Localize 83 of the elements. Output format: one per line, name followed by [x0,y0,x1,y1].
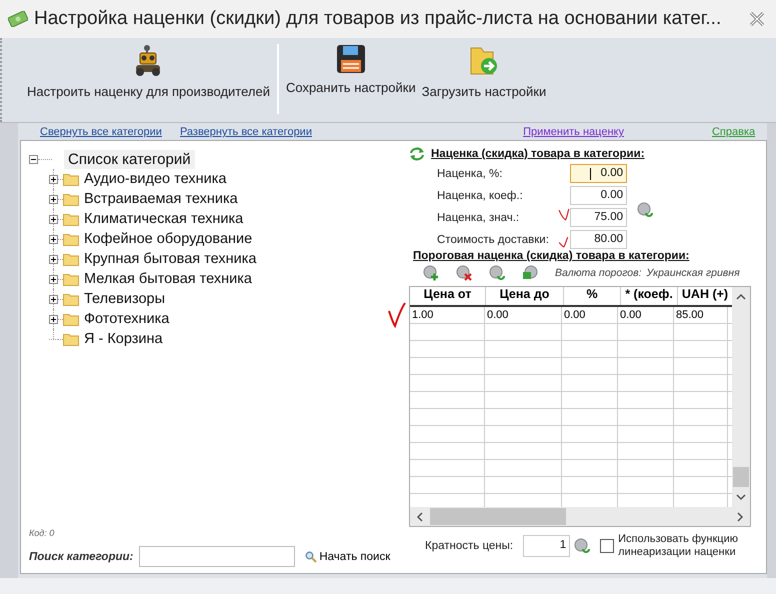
search-field[interactable] [139,546,296,567]
code-label: Код: 0 [29,528,56,538]
scrollbar-thumb[interactable] [430,508,566,525]
search-icon [305,550,318,562]
folder-icon [63,292,79,306]
field-label: Стоимость доставки: [437,234,549,246]
expand-toggle-icon[interactable] [49,274,58,284]
expand-toggle-icon[interactable] [49,214,58,224]
folder-icon [63,332,79,346]
tree-item[interactable]: Кофейное оборудование [84,231,252,247]
refresh-icon[interactable] [409,147,425,161]
folder-icon [63,172,79,186]
banknote-icon [8,11,28,27]
number-field[interactable]: 0.00 [570,186,627,205]
expand-toggle-icon[interactable] [49,294,58,304]
collapse-toggle-icon[interactable] [29,154,38,164]
expand-toggle-icon[interactable] [49,174,58,184]
currency-value: Украинская гривня [646,267,740,279]
refresh-sphere-icon[interactable] [489,265,505,281]
expand-toggle-icon[interactable] [49,254,58,264]
collapse-all-link[interactable]: Свернуть все категории [40,126,162,138]
markup-heading: Наценка (скидка) товара в категории: [431,148,645,160]
horizontal-scrollbar[interactable] [410,507,750,526]
table-cell: 0.00 [618,307,674,323]
apply-markup-link[interactable]: Применить наценку [523,126,624,138]
expand-all-link[interactable]: Развернуть все категории [180,126,312,138]
table-cell: 0.00 [562,307,618,323]
tree-item[interactable]: Климатическая техника [84,211,244,227]
scroll-down-icon[interactable] [736,493,746,501]
field-label: Наценка, знач.: [437,212,520,224]
delete-row-icon[interactable] [456,265,472,281]
tree-item[interactable]: Фототехника [84,311,170,327]
scrollbar-thumb[interactable] [733,467,749,487]
field-label: Наценка, %: [437,168,502,180]
scroll-right-icon[interactable] [736,512,744,522]
toolbar-button[interactable]: Настроить наценку для производителей [24,42,273,101]
tree-item[interactable]: Крупная бытовая техника [84,251,256,267]
multiplicity-field[interactable]: 1 [523,534,570,557]
folder-icon [63,232,79,246]
threshold-heading: Пороговая наценка (скидка) товара в категории: [413,250,690,262]
number-field[interactable]: 80.00 [570,230,627,249]
column-header[interactable]: % [564,287,621,305]
column-header[interactable]: Цена до [486,287,564,305]
tree-root-item[interactable]: Список категорий [64,150,195,168]
scroll-up-icon[interactable] [736,293,746,301]
linearize-label: Использовать функцию линеаризации наценки [618,533,739,558]
column-header[interactable]: Цена от [410,287,486,305]
table-cell: 0.00 [485,307,562,323]
add-row-icon[interactable] [423,265,439,281]
tree-item[interactable]: Мелкая бытовая техника [84,271,252,287]
handwritten-check-drawing [387,301,407,329]
folder-icon [63,252,79,266]
column-header[interactable]: * (коеф. [621,287,678,305]
scroll-left-icon[interactable] [416,512,424,522]
refresh-sphere-icon[interactable] [574,538,590,554]
table-cell: 1.00 [410,307,485,323]
close-icon[interactable] [748,10,766,28]
search-label: Поиск категории: [29,550,134,562]
folder-icon [63,312,79,326]
tree-item[interactable]: Встраиваемая техника [84,191,238,207]
window-title: Настройка наценки (скидки) для товаров из прайс-листа на основании катег... [34,8,722,30]
number-field[interactable]: 0.00 [570,164,627,183]
tree-item[interactable]: Телевизоры [84,291,165,307]
toolbar-button[interactable]: Сохранить настройки [282,42,419,97]
refresh-sphere-icon[interactable] [637,202,653,218]
toolbar-button[interactable]: Загрузить настройки [418,42,550,101]
start-search-button[interactable]: Начать поиск [305,550,390,562]
folder-icon [63,272,79,286]
expand-toggle-icon[interactable] [49,314,58,324]
vertical-scrollbar[interactable] [732,287,750,507]
expand-toggle-icon[interactable] [49,194,58,204]
currency-label: Валюта порогов: [555,267,642,279]
folder-icon [63,212,79,226]
checkbox[interactable] [600,538,614,553]
field-label: Наценка, коеф.: [437,190,523,202]
number-field[interactable]: 75.00 [570,208,627,227]
tree-item[interactable]: Аудио-видео техника [84,171,226,187]
folder-icon [63,192,79,206]
multiplicity-label: Кратность цены: [425,540,514,552]
save-row-icon[interactable] [522,265,538,281]
tree-item[interactable]: Я - Корзина [84,331,163,347]
table-cell: 85.00 [674,307,728,323]
expand-toggle-icon[interactable] [49,234,58,244]
